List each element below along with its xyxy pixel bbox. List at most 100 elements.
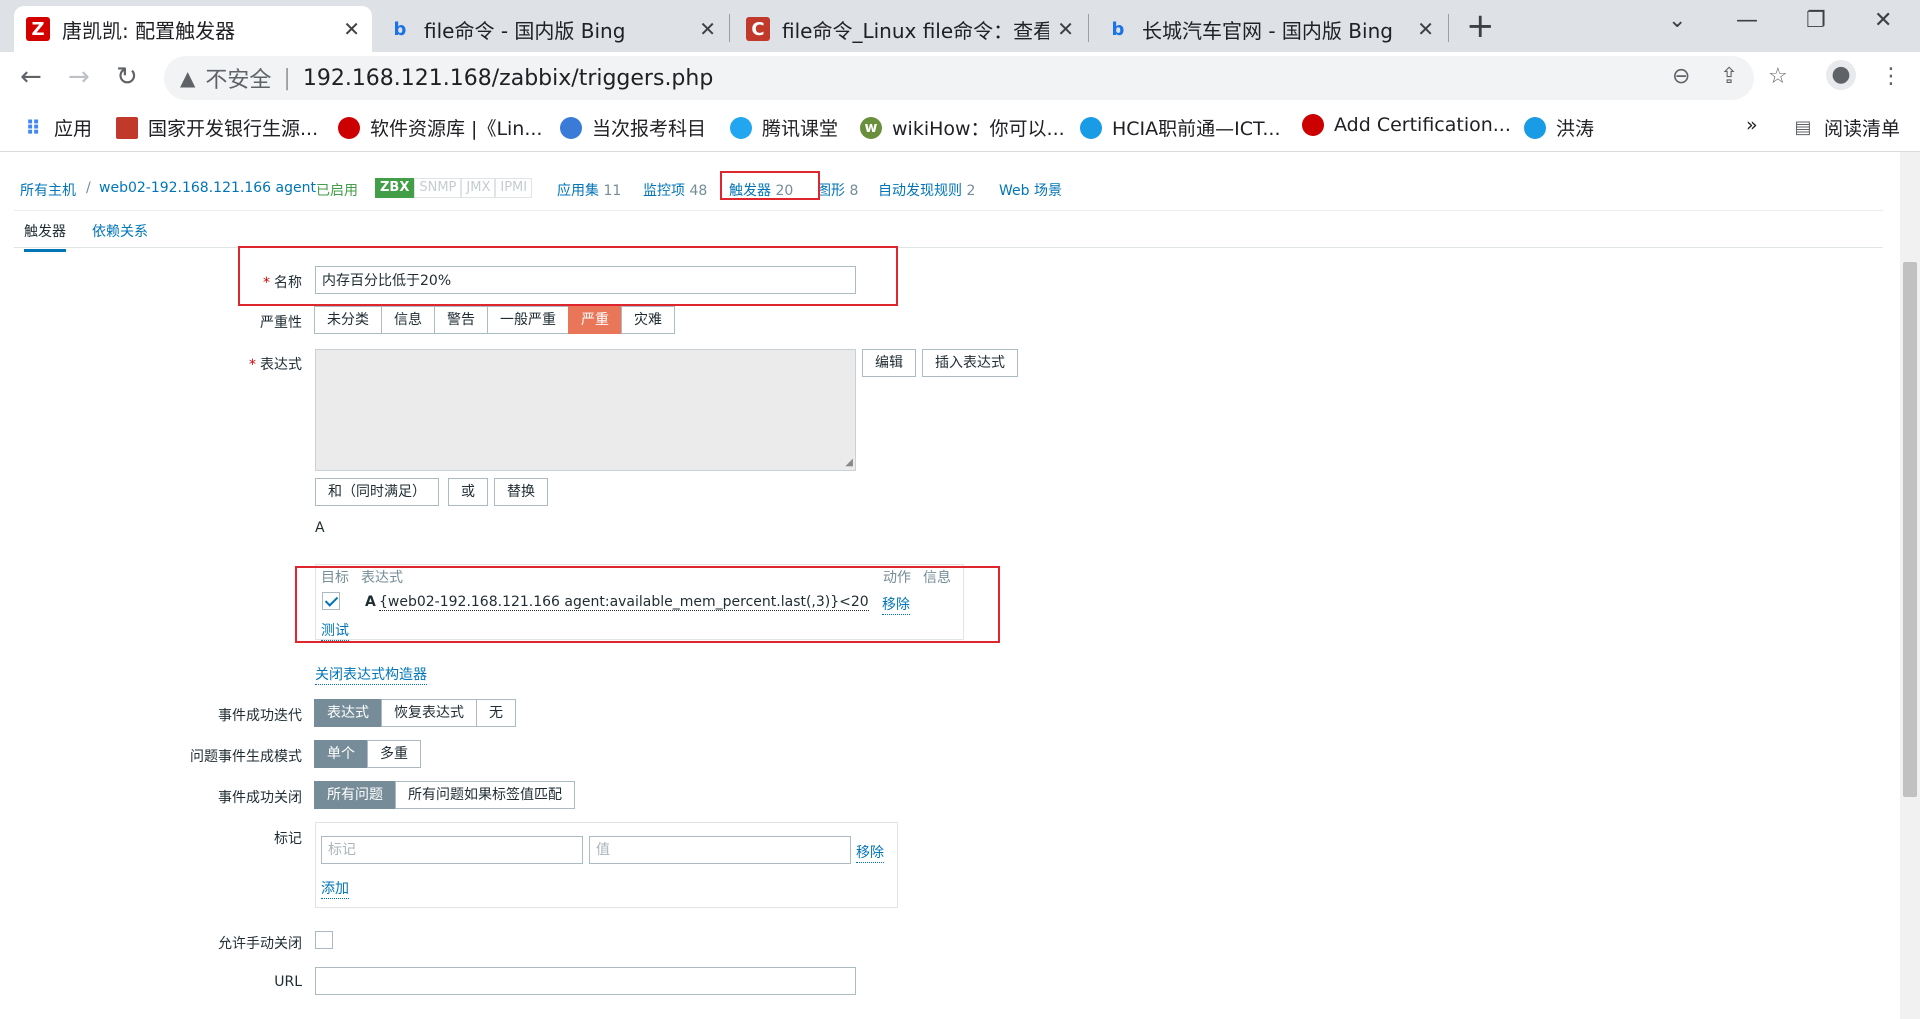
bookmark-label: 软件资源库 |《Lin... [370, 118, 543, 140]
tab-title: 长城汽车官网 - 国内版 Bing [1142, 18, 1393, 43]
bookmarks-more[interactable]: » [1746, 114, 1758, 136]
tag-add-link[interactable]: 添加 [321, 878, 349, 899]
ok-gen-recovery[interactable]: 恢复表达式 [381, 699, 477, 727]
close-icon[interactable]: ✕ [343, 17, 360, 41]
bookmark-exam[interactable]: 当次报考科目 [560, 114, 706, 141]
ok-close-tag-match[interactable]: 所有问题如果标签值匹配 [395, 781, 575, 809]
close-constructor-link[interactable]: 关闭表达式构造器 [315, 664, 427, 685]
bookmark-cdb[interactable]: 国家开发银行生源... [116, 114, 318, 141]
bookmark-cert[interactable]: Add Certification... [1302, 114, 1511, 136]
profile-icon[interactable]: ● [1826, 60, 1856, 90]
warning-icon: ▲ [180, 66, 196, 90]
severity-label: 严重性 [260, 315, 302, 331]
bookmark-label: HCIA职前通—ICT... [1112, 118, 1281, 140]
availability-badges: ZBX SNMP JMX IPMI [375, 178, 533, 198]
expression-label-text: 表达式 [260, 357, 302, 373]
severity-not-classified[interactable]: 未分类 [314, 306, 382, 334]
severity-selector: 未分类 信息 警告 一般严重 严重 灾难 [314, 306, 675, 334]
annotation-name-highlight [238, 246, 898, 306]
bookmark-tencent[interactable]: 腾讯课堂 [730, 114, 838, 141]
required-asterisk: * [249, 357, 256, 373]
tab-dependencies[interactable]: 依赖关系 [92, 221, 148, 241]
host-navigation: 所有主机 / web02-192.168.121.166 agent 已启用 Z… [0, 172, 1883, 208]
severity-information[interactable]: 信息 [381, 306, 435, 334]
or-button[interactable]: 或 [448, 478, 488, 506]
problem-mode-label: 问题事件生成模式 [190, 749, 302, 765]
bookmark-hongtao[interactable]: 洪涛 [1524, 114, 1594, 141]
tab-search-icon[interactable]: ⌄ [1668, 8, 1686, 33]
close-icon[interactable]: ✕ [1057, 17, 1074, 41]
restore-icon[interactable]: ❐ [1806, 8, 1826, 33]
tag-name-input[interactable] [321, 836, 583, 864]
menu-icon[interactable]: ⋮ [1880, 64, 1902, 89]
minimize-icon[interactable]: — [1736, 8, 1758, 33]
host-status-enabled[interactable]: 已启用 [316, 180, 358, 200]
severity-high[interactable]: 严重 [568, 306, 622, 334]
jmx-badge: JMX [461, 178, 496, 198]
zbx-badge: ZBX [375, 178, 415, 198]
tab-title: file命令_Linux file命令：查看文件 [782, 18, 1050, 43]
tab-zabbix-trigger[interactable]: Z 唐凯凯: 配置触发器 ✕ [14, 6, 372, 52]
forward-icon[interactable]: → [68, 62, 90, 92]
bookmark-apps[interactable]: ⠿ 应用 [22, 114, 92, 141]
tencent-class-icon [730, 116, 752, 139]
zoom-icon[interactable]: ⊖ [1672, 64, 1690, 89]
url-input[interactable] [315, 967, 856, 995]
bookmark-label: 国家开发银行生源... [148, 118, 319, 140]
close-window-icon[interactable]: ✕ [1874, 8, 1892, 33]
ipmi-badge: IPMI [495, 178, 533, 198]
tab-greatwall[interactable]: b 长城汽车官网 - 国内版 Bing ✕ [1094, 6, 1446, 52]
items-link[interactable]: 监控项 48 [643, 180, 707, 200]
severity-warning[interactable]: 警告 [434, 306, 488, 334]
close-icon[interactable]: ✕ [1417, 17, 1434, 41]
insert-expression-button[interactable]: 插入表达式 [922, 349, 1018, 377]
browser-tab-bar: Z 唐凯凯: 配置触发器 ✕ b file命令 - 国内版 Bing ✕ C f… [0, 0, 1920, 52]
share-icon[interactable]: ⇪ [1720, 64, 1738, 89]
discovery-count: 2 [966, 183, 976, 199]
all-hosts-link[interactable]: 所有主机 [20, 180, 76, 200]
replace-button[interactable]: 替换 [494, 478, 548, 506]
address-bar[interactable]: ▲ 不安全 | 192.168.121.168/zabbix/triggers.… [164, 56, 1754, 100]
tab-bing-file[interactable]: b file命令 - 国内版 Bing ✕ [376, 6, 728, 52]
annotation-triggers-highlight [720, 171, 820, 200]
problem-mode-single[interactable]: 单个 [314, 740, 368, 768]
expression-textarea[interactable]: ◢ [315, 349, 856, 471]
graphs-link[interactable]: 图形 8 [817, 180, 858, 200]
ok-close-all[interactable]: 所有问题 [314, 781, 396, 809]
new-tab-button[interactable]: + [1466, 8, 1495, 44]
severity-disaster[interactable]: 灾难 [621, 306, 675, 334]
bookmark-label: 腾讯课堂 [762, 118, 839, 140]
severity-average[interactable]: 一般严重 [487, 306, 569, 334]
bookmark-wikihow[interactable]: w wikiHow：你可以... [860, 114, 1065, 141]
back-icon[interactable]: ← [20, 62, 42, 92]
bookmark-linux[interactable]: 软件资源库 |《Lin... [338, 114, 542, 141]
address-separator: | [283, 65, 291, 91]
web-scenarios-link[interactable]: Web 场景 [999, 180, 1062, 200]
edit-expression-button[interactable]: 编辑 [862, 349, 916, 377]
resize-handle-icon[interactable]: ◢ [845, 457, 853, 468]
bookmark-hcia[interactable]: HCIA职前通—ICT... [1080, 114, 1281, 141]
tag-value-input[interactable] [589, 836, 851, 864]
close-icon[interactable]: ✕ [699, 17, 716, 41]
ok-close-selector: 所有问题 所有问题如果标签值匹配 [314, 781, 575, 809]
tag-remove-link[interactable]: 移除 [856, 842, 884, 863]
star-icon[interactable]: ☆ [1768, 64, 1788, 89]
manual-close-checkbox[interactable] [315, 931, 333, 949]
bookmark-label: 当次报考科目 [592, 118, 707, 140]
discovery-rules-link[interactable]: 自动发现规则 2 [878, 180, 975, 200]
ok-gen-none[interactable]: 无 [476, 699, 516, 727]
reading-list[interactable]: ▤ 阅读清单 [1792, 114, 1900, 141]
tab-linux-file[interactable]: C file命令_Linux file命令：查看文件 ✕ [734, 6, 1086, 52]
redhat-icon [338, 116, 360, 139]
reload-icon[interactable]: ↻ [116, 62, 138, 92]
and-button[interactable]: 和（同时满足） [315, 478, 439, 506]
reading-list-icon: ▤ [1794, 117, 1812, 138]
applications-link[interactable]: 应用集 11 [557, 180, 621, 200]
tab-trigger[interactable]: 触发器 [24, 221, 66, 252]
ok-gen-expression[interactable]: 表达式 [314, 699, 382, 727]
host-link[interactable]: web02-192.168.121.166 agent [99, 180, 316, 196]
bing-favicon-icon: b [1111, 18, 1125, 40]
problem-mode-multiple[interactable]: 多重 [367, 740, 421, 768]
url-text[interactable]: 192.168.121.168/zabbix/triggers.php [303, 66, 713, 91]
scrollbar-thumb[interactable] [1903, 262, 1917, 797]
